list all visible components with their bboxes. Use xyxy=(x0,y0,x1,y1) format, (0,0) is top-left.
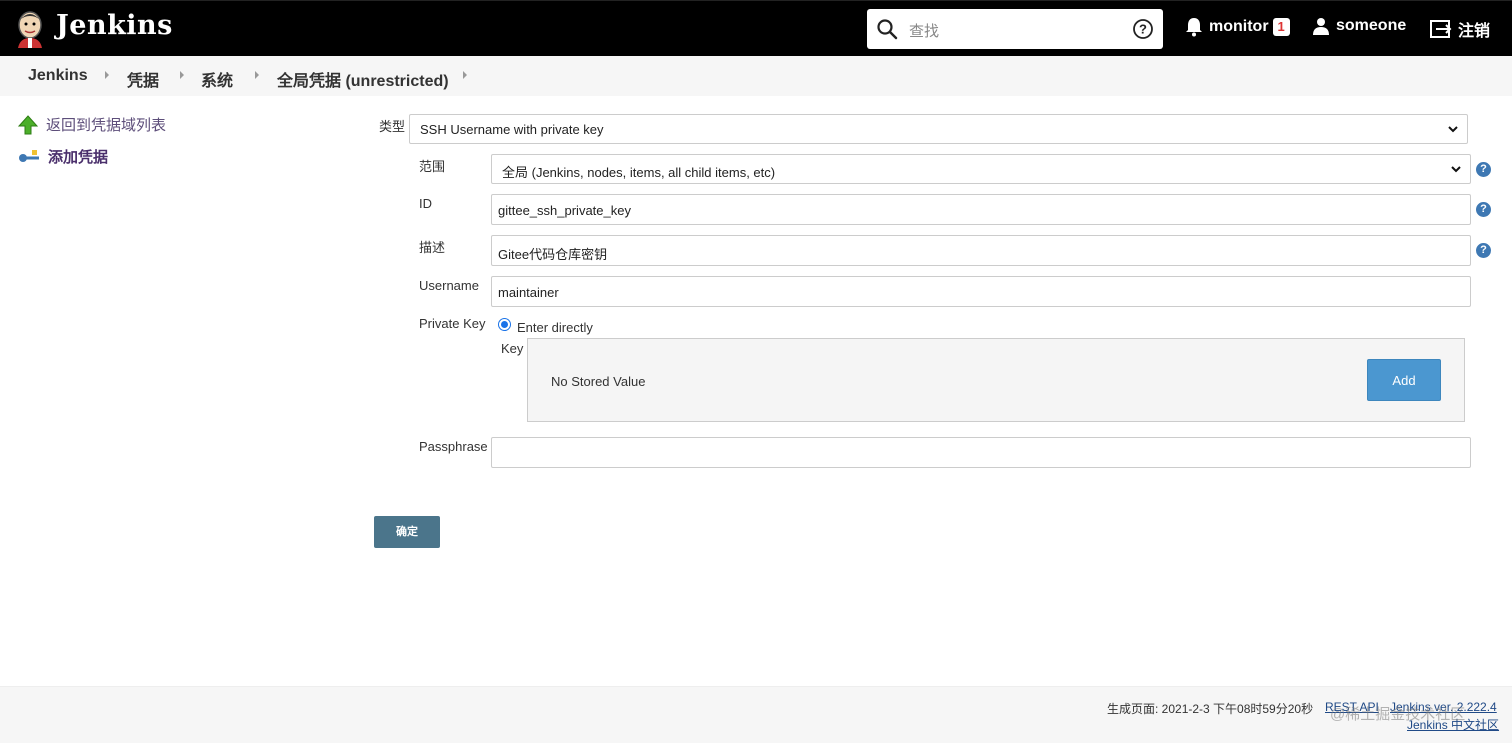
search-icon xyxy=(877,19,898,40)
description-help-icon[interactable]: ? xyxy=(1476,243,1491,258)
logout-link[interactable]: 注销 xyxy=(1430,17,1490,41)
id-label: ID xyxy=(419,196,432,211)
sidebar-item-label: 返回到凭据域列表 xyxy=(46,117,167,134)
passphrase-field[interactable] xyxy=(491,437,1471,468)
notification-badge: 1 xyxy=(1272,18,1290,36)
id-help-icon[interactable]: ? xyxy=(1476,202,1491,217)
passphrase-label: Passphrase xyxy=(419,439,488,454)
description-field-value: Gitee代码仓库密钥 xyxy=(498,247,608,262)
username-field[interactable]: maintainer xyxy=(491,276,1471,307)
scope-label: 范围 xyxy=(419,159,446,174)
svg-text:?: ? xyxy=(1139,22,1147,37)
app-title[interactable]: Jenkins xyxy=(56,10,173,41)
breadcrumb-jenkins[interactable]: Jenkins xyxy=(28,67,88,85)
private-key-label: Private Key xyxy=(419,316,486,331)
breadcrumb-global-credentials[interactable]: 全局凭据 (unrestricted) xyxy=(277,67,449,91)
key-icon xyxy=(19,149,39,162)
kind-select[interactable]: SSH Username with private key xyxy=(409,114,1468,144)
user-name: someone xyxy=(1336,17,1407,34)
logout-label: 注销 xyxy=(1458,23,1491,40)
top-header: Jenkins 查找 ? monitor 1 someone 注销 xyxy=(0,0,1512,56)
bell-icon xyxy=(1186,18,1202,37)
scope-help-icon[interactable]: ? xyxy=(1476,162,1491,177)
user-link[interactable]: someone xyxy=(1312,17,1406,35)
help-icon[interactable]: ? xyxy=(1132,18,1154,40)
submit-button[interactable]: 确定 xyxy=(374,516,440,548)
scope-select-value: 全局 (Jenkins, nodes, items, all child ite… xyxy=(502,165,776,180)
notifications-link[interactable]: monitor 1 xyxy=(1185,17,1290,37)
jenkins-logo[interactable] xyxy=(14,10,46,48)
jenkins-butler-icon xyxy=(18,11,42,48)
kind-select-value: SSH Username with private key xyxy=(420,122,604,137)
breadcrumb-separator-icon xyxy=(255,71,259,79)
up-arrow-icon xyxy=(18,114,38,134)
key-status-text: No Stored Value xyxy=(551,374,646,389)
breadcrumb-separator-icon xyxy=(105,71,109,79)
breadcrumb-separator-icon xyxy=(463,71,467,79)
breadcrumb-separator-icon xyxy=(180,71,184,79)
user-icon xyxy=(1313,18,1329,35)
key-panel: No Stored Value Add xyxy=(527,338,1465,422)
breadcrumb-credentials[interactable]: 凭据 xyxy=(127,67,159,91)
kind-label: 类型 xyxy=(379,119,406,134)
sidebar-item-add-credentials[interactable]: 添加凭据 xyxy=(18,146,108,167)
username-label: Username xyxy=(419,278,479,293)
id-field-value: gittee_ssh_private_key xyxy=(498,203,631,218)
username-field-value: maintainer xyxy=(498,285,559,300)
breadcrumb-system[interactable]: 系统 xyxy=(201,67,233,91)
key-label: Key xyxy=(501,341,524,356)
scope-select[interactable]: 全局 (Jenkins, nodes, items, all child ite… xyxy=(491,154,1471,184)
watermark-text: @稀土掘金技术社区 xyxy=(1330,706,1466,723)
description-field[interactable]: Gitee代码仓库密钥 xyxy=(491,235,1471,266)
logout-icon xyxy=(1430,20,1452,38)
description-label: 描述 xyxy=(419,240,446,255)
enter-directly-radio[interactable] xyxy=(498,318,511,331)
sidebar-item-back[interactable]: 返回到凭据域列表 xyxy=(18,114,166,135)
add-key-button[interactable]: Add xyxy=(1367,359,1441,401)
search-box[interactable]: 查找 ? xyxy=(867,9,1163,49)
id-field[interactable]: gittee_ssh_private_key xyxy=(491,194,1471,225)
breadcrumb: Jenkins 凭据 系统 全局凭据 (unrestricted) xyxy=(0,56,1512,96)
chevron-down-icon xyxy=(1448,126,1458,133)
page-generated-text: 生成页面: 2021-2-3 下午08时59分20秒 xyxy=(1107,702,1314,716)
footer: 生成页面: 2021-2-3 下午08时59分20秒 REST API Jenk… xyxy=(0,686,1512,743)
search-input[interactable]: 查找 xyxy=(909,20,939,41)
chevron-down-icon xyxy=(1451,166,1461,173)
monitor-label: monitor xyxy=(1209,18,1269,35)
sidebar-item-label: 添加凭据 xyxy=(48,149,109,166)
enter-directly-label[interactable]: Enter directly xyxy=(517,320,593,335)
